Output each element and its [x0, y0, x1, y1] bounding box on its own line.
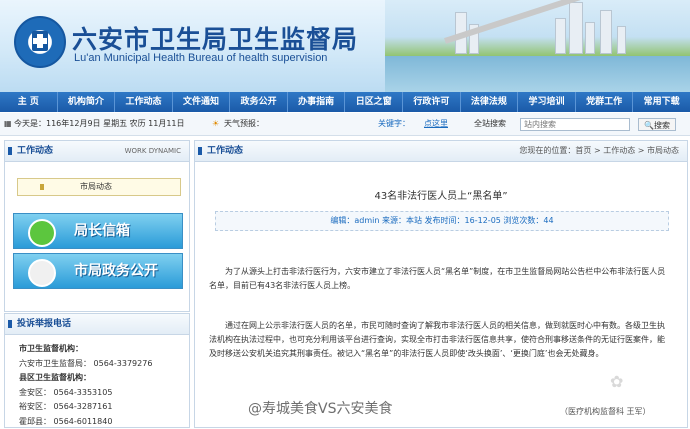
keyword-label: 关键字： — [378, 113, 410, 135]
hotline-list: 市卫生监督机构： 六安市卫生监督局： 0564-3379276 县区卫生监督机构… — [19, 342, 152, 429]
article-paragraph: 通过在网上公示非法行医人员的名单，市民可随时查询了解我市非法行医人员的相关信息，… — [209, 319, 671, 361]
site-banner: 六安市卫生局卫生监督局 Lu'an Municipal Health Burea… — [0, 0, 690, 92]
list-item: 霍邱县： 0564-6011840 — [19, 415, 152, 429]
social-watermark: @寿城美食VS六安美食 — [248, 398, 392, 418]
hotline-panel-title: 投诉举报电话 — [17, 314, 71, 334]
section-marker-icon — [8, 320, 12, 328]
section-marker-icon — [8, 147, 12, 155]
nav-item-party[interactable]: 党群工作 — [576, 92, 634, 112]
breadcrumb: 您现在的位置：首页 > 工作动态 > 市局动态 — [519, 141, 679, 161]
site-title: 六安市卫生局卫生监督局 — [72, 20, 358, 56]
nav-item-work-news[interactable]: 工作动态 — [115, 92, 173, 112]
left-panel-title: 工作动态 — [17, 141, 53, 161]
section-marker-icon — [198, 147, 202, 155]
nav-item-district[interactable]: 日区之窗 — [345, 92, 403, 112]
nav-item-training[interactable]: 学习培训 — [518, 92, 576, 112]
nav-item-home[interactable]: 主 页 — [0, 92, 58, 112]
left-hotline-panel: 投诉举报电话 市卫生监督机构： 六安市卫生监督局： 0564-3379276 县… — [4, 313, 190, 428]
nav-item-notices[interactable]: 文件通知 — [173, 92, 231, 112]
search-icon: 🔍 — [644, 121, 654, 130]
article-paragraph: 为了从源头上打击非法行医行为，六安市建立了非法行医人员“黑名单”制度，在市卫生监… — [209, 265, 671, 293]
date-text: 今天是：116年12月9日 星期五 农历 11月11日 — [14, 113, 185, 135]
nav-item-gov-affairs[interactable]: 政务公开 — [230, 92, 288, 112]
left-panel-en: WORK DYNAMIC — [125, 141, 181, 161]
emblem-logo-icon — [14, 16, 66, 68]
list-item: 市卫生监督机构： — [19, 342, 152, 357]
gov-affairs-banner[interactable]: 市局政务公开 — [13, 253, 183, 289]
nav-item-permits[interactable]: 行政许可 — [403, 92, 461, 112]
nav-item-guide[interactable]: 办事指南 — [288, 92, 346, 112]
list-item: 六安市卫生监督局： 0564-3379276 — [19, 357, 152, 372]
search-input[interactable] — [520, 118, 630, 131]
article-panel-title: 工作动态 — [207, 141, 243, 161]
article-meta: 编辑：admin 来源：本站 发布时间：16-12-05 浏览次数：44 — [215, 211, 669, 231]
play-icon — [28, 259, 56, 287]
site-subtitle: Lu'an Municipal Health Bureau of health … — [74, 52, 327, 64]
person-icon — [28, 219, 56, 247]
article-source: （医疗机构监督科 王军） — [560, 406, 651, 417]
article-title: 43名非法行医人员上“黑名单” — [195, 187, 687, 202]
weather-label: 天气预报： — [224, 113, 264, 135]
nav-item-about[interactable]: 机构简介 — [58, 92, 116, 112]
calendar-icon: ▦ — [4, 113, 12, 135]
search-button[interactable]: 🔍搜索 — [638, 118, 676, 131]
subtab-city-news[interactable]: 市局动态 — [17, 178, 181, 196]
director-mailbox-banner[interactable]: 局长信箱 — [13, 213, 183, 249]
search-label: 全站搜索 — [474, 113, 506, 135]
list-item: 裕安区： 0564-3287161 — [19, 400, 152, 415]
city-skyline-image — [385, 0, 690, 92]
left-work-panel: 工作动态 WORK DYNAMIC 市局动态 局长信箱 市局政务公开 — [4, 140, 190, 312]
faint-watermark-icon: ✿ — [610, 372, 623, 391]
nav-item-downloads[interactable]: 常用下载 — [633, 92, 690, 112]
article-panel-header: 工作动态 您现在的位置：首页 > 工作动态 > 市局动态 — [195, 141, 687, 162]
keyword-link[interactable]: 点这里 — [424, 113, 448, 135]
nav-item-laws[interactable]: 法律法规 — [461, 92, 519, 112]
hotline-panel-header: 投诉举报电话 — [5, 314, 189, 335]
list-item: 县区卫生监督机构： — [19, 371, 152, 386]
left-panel-header: 工作动态 WORK DYNAMIC — [5, 141, 189, 162]
list-item: 金安区： 0564-3353105 — [19, 386, 152, 401]
bullet-icon — [40, 184, 44, 190]
weather-icon: ☀ — [212, 113, 219, 135]
main-nav: 主 页 机构简介 工作动态 文件通知 政务公开 办事指南 日区之窗 行政许可 法… — [0, 92, 690, 112]
